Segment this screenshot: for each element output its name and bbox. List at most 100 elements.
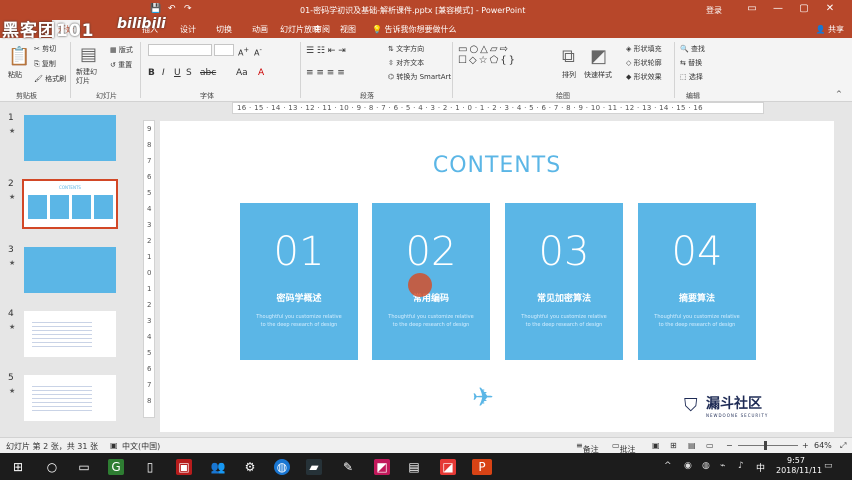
app-icon-red2[interactable]: ◪ — [440, 459, 456, 475]
select-button[interactable]: ⬚ 选择 — [680, 72, 703, 82]
app-icon-red[interactable]: ▣ — [176, 459, 192, 475]
comments-button[interactable]: ▭ 批注 — [612, 441, 636, 454]
app-icon-terminal[interactable]: ▰ — [306, 459, 322, 475]
tray-expand-icon[interactable]: ^ — [664, 461, 672, 471]
underline-icon[interactable]: U — [174, 68, 181, 78]
slide-canvas[interactable]: CONTENTS 01 密码学概述 Thoughtful you customi… — [160, 121, 834, 432]
collapse-ribbon-icon[interactable]: ^ — [836, 90, 842, 98]
task-view-icon[interactable]: ▭ — [76, 459, 92, 475]
reading-view-icon[interactable]: ▤ — [688, 441, 696, 450]
spellcheck-icon[interactable]: ▣ — [110, 441, 118, 450]
grow-font-icon[interactable]: A+ — [238, 46, 249, 58]
volume-icon[interactable]: ♪ — [738, 461, 744, 471]
undo-icon[interactable]: ↶ — [168, 4, 176, 14]
arrange-icon[interactable]: ⧉ — [562, 46, 575, 67]
browser-icon[interactable]: ◍ — [274, 459, 290, 475]
layout-button[interactable]: ▦ 版式 — [110, 45, 133, 55]
arrange-button[interactable]: 排列 — [562, 70, 576, 80]
app-icon-pink[interactable]: ◩ — [374, 459, 390, 475]
bold-icon[interactable]: B — [148, 68, 155, 78]
paste-button[interactable]: 粘贴 — [8, 70, 22, 80]
input-language[interactable]: 中 — [756, 461, 765, 474]
slideshow-view-icon[interactable]: ▭ — [706, 441, 714, 450]
language-indicator[interactable]: 中文(中国) — [122, 441, 160, 452]
align-text-button[interactable]: ⇳ 对齐文本 — [388, 58, 424, 68]
italic-icon[interactable]: I — [162, 68, 165, 78]
find-button[interactable]: 🔍 查找 — [680, 44, 705, 54]
ribbon-display-icon[interactable]: ▭ — [744, 3, 760, 14]
zoom-in-icon[interactable]: + — [802, 441, 809, 450]
app-icon-green[interactable]: G — [108, 459, 124, 475]
slide-thumbnail-5[interactable] — [24, 375, 116, 421]
vertical-ruler[interactable]: 9 8 7 6 5 4 3 2 1 0 1 2 3 4 5 6 7 8 9 — [143, 120, 155, 418]
slide-heading[interactable]: CONTENTS — [160, 153, 834, 178]
shrink-font-icon[interactable]: A- — [254, 46, 262, 58]
zoom-slider-thumb[interactable] — [764, 441, 767, 450]
new-slide-icon[interactable]: ▤ — [80, 44, 97, 65]
zoom-out-icon[interactable]: − — [726, 441, 733, 450]
bullets-icon[interactable]: ☰ ☷ ⇤ ⇥ — [306, 46, 346, 56]
new-slide-button[interactable]: 新建幻灯片 — [76, 68, 98, 86]
powerpoint-taskbar-icon[interactable]: P — [472, 459, 492, 475]
font-name-box[interactable] — [148, 44, 212, 56]
reset-button[interactable]: ↺ 重置 — [110, 60, 132, 70]
app-icon-blank[interactable]: ▯ — [142, 459, 158, 475]
app-icon-editor[interactable]: ▤ — [406, 459, 422, 475]
font-color-icon[interactable]: A — [258, 68, 264, 78]
quick-styles-button[interactable]: 快速样式 — [584, 70, 612, 80]
slide-thumbnail-1[interactable] — [24, 115, 116, 161]
content-card-3[interactable]: 03 常见加密算法 Thoughtful you customize relat… — [505, 203, 623, 360]
notes-button[interactable]: ≡ 备注 — [576, 441, 599, 454]
close-icon[interactable]: ✕ — [822, 3, 838, 14]
zoom-level[interactable]: 64% — [814, 441, 832, 450]
maximize-icon[interactable]: ▢ — [796, 3, 812, 14]
normal-view-icon[interactable]: ▣ — [652, 441, 660, 450]
notification-icon[interactable]: ▭ — [824, 461, 833, 471]
shape-fill-button[interactable]: ◈ 形状填充 — [626, 44, 662, 54]
text-direction-button[interactable]: ⇅ 文字方向 — [388, 44, 424, 54]
slide-thumbnail-3[interactable] — [24, 247, 116, 293]
tell-me-search[interactable]: 💡 告诉我你想要做什么 — [372, 24, 457, 35]
format-painter-button[interactable]: 🖌 格式刷 — [34, 74, 66, 84]
change-case-icon[interactable]: Aa — [236, 68, 248, 78]
tab-transitions[interactable]: 切换 — [216, 24, 232, 35]
smartart-button[interactable]: ⌬ 转换为 SmartArt — [388, 72, 451, 82]
quick-styles-icon[interactable]: ◩ — [590, 46, 607, 67]
shape-outline-button[interactable]: ◇ 形状轮廓 — [626, 58, 662, 68]
network-icon[interactable]: ⌁ — [720, 461, 725, 471]
replace-button[interactable]: ⇆ 替换 — [680, 58, 702, 68]
slide-thumbnail-4[interactable] — [24, 311, 116, 357]
paste-icon[interactable]: 📋 — [8, 46, 30, 67]
slide-thumbnail-2[interactable]: CONTENTS — [22, 179, 118, 229]
app-icon-feather[interactable]: ✎ — [340, 459, 356, 475]
sign-in-link[interactable]: 登录 — [706, 5, 722, 16]
content-card-1[interactable]: 01 密码学概述 Thoughtful you customize relati… — [240, 203, 358, 360]
taskbar-clock[interactable]: 9:57 2018/11/11 — [776, 456, 822, 476]
tab-review[interactable]: 审阅 — [314, 24, 330, 35]
search-icon[interactable]: ○ — [44, 459, 60, 475]
redo-icon[interactable]: ↷ — [184, 4, 192, 14]
shape-effects-button[interactable]: ◆ 形状效果 — [626, 72, 662, 82]
save-icon[interactable]: 💾 — [150, 4, 161, 14]
cut-button[interactable]: ✂ 剪切 — [34, 44, 56, 54]
tab-view[interactable]: 视图 — [340, 24, 356, 35]
tray-app-icon[interactable]: ◉ — [684, 461, 692, 471]
content-card-4[interactable]: 04 摘要算法 Thoughtful you customize relativ… — [638, 203, 756, 360]
tab-design[interactable]: 设计 — [180, 24, 196, 35]
copy-button[interactable]: ⎘ 复制 — [34, 59, 56, 69]
horizontal-ruler[interactable]: 16 · 15 · 14 · 13 · 12 · 11 · 10 · 9 · 8… — [232, 102, 764, 114]
shadow-icon[interactable]: S — [186, 68, 192, 78]
app-icon-gear[interactable]: ⚙ — [242, 459, 258, 475]
shapes-gallery[interactable]: ▭○△▱⇨ ☐◇☆⬠{} — [458, 44, 517, 66]
start-icon[interactable]: ⊞ — [10, 459, 26, 475]
strikethrough-icon[interactable]: abc — [200, 68, 216, 78]
minimize-icon[interactable]: — — [770, 3, 786, 14]
sorter-view-icon[interactable]: ⊞ — [670, 441, 677, 450]
tray-app-icon[interactable]: ◍ — [702, 461, 710, 471]
align-icons[interactable]: ≡ ≡ ≡ ≡ — [306, 68, 345, 78]
app-icon-people[interactable]: 👥 — [210, 459, 226, 475]
fit-slide-icon[interactable]: ⤢ — [840, 441, 846, 451]
share-button[interactable]: 👤 共享 — [815, 24, 844, 35]
font-size-box[interactable] — [214, 44, 234, 56]
zoom-slider[interactable] — [738, 445, 798, 446]
